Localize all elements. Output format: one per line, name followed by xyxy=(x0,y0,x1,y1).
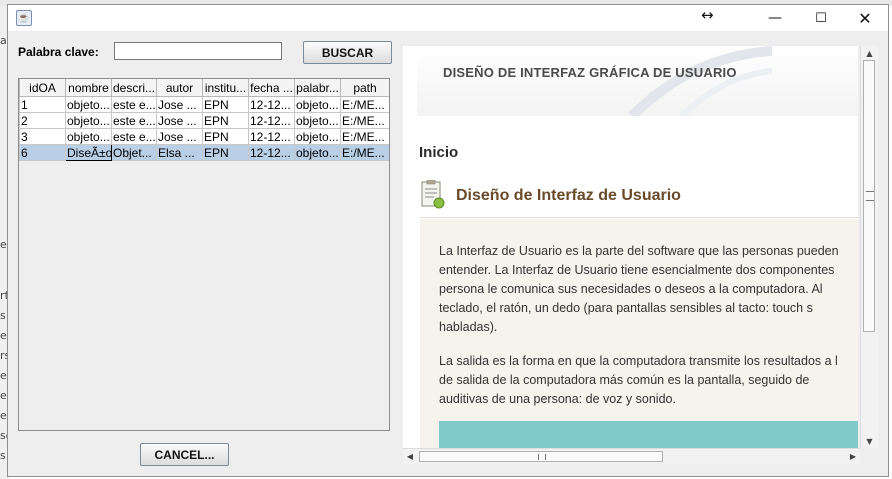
cell-idoa[interactable]: 3 xyxy=(19,128,66,145)
scroll-grip-icon xyxy=(866,191,874,201)
cell-palabras[interactable]: objeto... xyxy=(294,96,341,113)
column-header-idoa[interactable]: idOA xyxy=(19,79,66,97)
paragraph-line: habladas). xyxy=(439,320,498,334)
cell-idoa[interactable]: 6 xyxy=(19,144,66,161)
breadcrumb-inicio[interactable]: Inicio xyxy=(419,144,458,161)
document-list-icon xyxy=(421,180,445,209)
paragraph-line: teclado, el ratón, un dedo (para pantall… xyxy=(439,301,813,315)
vertical-scrollbar[interactable]: ▲ ▼ xyxy=(860,46,878,448)
resize-cursor-icon: ↔ xyxy=(701,6,714,24)
cell-institucion[interactable]: EPN xyxy=(202,96,249,113)
cell-institucion[interactable]: EPN xyxy=(202,112,249,129)
cell-fecha[interactable]: 12-12... xyxy=(248,144,295,161)
cell-descripcion[interactable]: este e... xyxy=(111,96,157,113)
document-header: DISEÑO DE INTERFAZ GRÁFICA DE USUARIO xyxy=(417,46,858,116)
cell-institucion[interactable]: EPN xyxy=(202,128,249,145)
background-app-fragment: e xyxy=(0,238,7,251)
background-app-fragment: e xyxy=(0,409,7,422)
horizontal-scrollbar[interactable]: ◀ ▶ xyxy=(403,448,860,464)
paragraph-salida: La salida es la forma en que la computad… xyxy=(439,352,858,409)
teal-banner xyxy=(439,421,858,448)
column-header-descripcion[interactable]: descri... xyxy=(111,79,157,97)
document-viewer[interactable]: DISEÑO DE INTERFAZ GRÁFICA DE USUARIO In… xyxy=(403,46,858,448)
cell-fecha[interactable]: 12-12... xyxy=(248,96,295,113)
column-header-palabras[interactable]: palabr... xyxy=(294,79,341,97)
cell-descripcion[interactable]: Objet... xyxy=(111,144,157,161)
paragraph-line: La salida es la forma en que la computad… xyxy=(439,354,838,368)
column-header-fecha[interactable]: fecha ... xyxy=(248,79,295,97)
paragraph-line: La Interfaz de Usuario es la parte del s… xyxy=(439,244,839,258)
cell-idoa[interactable]: 1 xyxy=(19,96,66,113)
results-grid: idOA nombre descri... autor institu... f… xyxy=(19,79,389,161)
cancel-button[interactable]: CANCEL... xyxy=(140,443,229,466)
column-header-autor[interactable]: autor xyxy=(156,79,203,97)
cell-palabras[interactable]: objeto... xyxy=(294,128,341,145)
search-button[interactable]: BUSCAR xyxy=(303,41,392,64)
title-bar[interactable]: ☕ ↔ — ☐ ✕ xyxy=(8,5,888,31)
background-app-fragment: e xyxy=(0,389,7,402)
paragraph-line: persona le comunica sus necesidades o de… xyxy=(439,282,823,296)
table-row-selected[interactable]: 6 DiseÃ±o Objet... Elsa ... EPN 12-12...… xyxy=(19,144,389,161)
results-table[interactable]: idOA nombre descri... autor institu... f… xyxy=(18,78,390,431)
cell-fecha[interactable]: 12-12... xyxy=(248,112,295,129)
table-row[interactable]: 1 objeto... este e... Jose ... EPN 12-12… xyxy=(19,96,389,113)
table-row[interactable]: 2 objeto... este e... Jose ... EPN 12-12… xyxy=(19,112,389,129)
background-app-fragment: e xyxy=(0,369,7,382)
horizontal-scroll-thumb[interactable] xyxy=(419,451,663,462)
keyword-label: Palabra clave: xyxy=(18,45,99,59)
cell-autor[interactable]: Elsa ... xyxy=(156,144,203,161)
header-swoosh-decoration xyxy=(628,46,772,116)
cell-nombre[interactable]: objeto... xyxy=(65,128,112,145)
document-title: DISEÑO DE INTERFAZ GRÁFICA DE USUARIO xyxy=(443,65,737,80)
scroll-down-icon[interactable]: ▼ xyxy=(861,434,878,448)
table-row[interactable]: 3 objeto... este e... Jose ... EPN 12-12… xyxy=(19,128,389,145)
table-header-row: idOA nombre descri... autor institu... f… xyxy=(19,79,389,97)
cell-institucion[interactable]: EPN xyxy=(202,144,249,161)
scroll-right-icon[interactable]: ▶ xyxy=(846,449,860,464)
paragraph-line: auditivas de una persona: de voz y sonid… xyxy=(439,392,676,406)
keyword-input[interactable] xyxy=(114,42,282,60)
paragraph-line: de salida de la computadora más común es… xyxy=(439,373,810,387)
cell-palabras[interactable]: objeto... xyxy=(294,112,341,129)
minimize-button[interactable]: — xyxy=(752,5,798,31)
column-header-institucion[interactable]: institu... xyxy=(202,79,249,97)
cell-path[interactable]: E:/ME... xyxy=(340,144,389,161)
section-title: Diseño de Interfaz de Usuario xyxy=(456,187,681,204)
cell-descripcion[interactable]: este e... xyxy=(111,112,157,129)
scroll-left-icon[interactable]: ◀ xyxy=(403,449,417,464)
background-app-fragment: s xyxy=(0,449,6,462)
paragraph-interfaz: La Interfaz de Usuario es la parte del s… xyxy=(439,242,858,337)
cell-autor[interactable]: Jose ... xyxy=(156,96,203,113)
cell-idoa[interactable]: 2 xyxy=(19,112,66,129)
cell-descripcion[interactable]: este e... xyxy=(111,128,157,145)
maximize-button[interactable]: ☐ xyxy=(798,5,844,31)
cell-autor[interactable]: Jose ... xyxy=(156,112,203,129)
cell-fecha[interactable]: 12-12... xyxy=(248,128,295,145)
keyword-search-dialog: ☕ ↔ — ☐ ✕ Palabra clave: BUSCAR idOA nom… xyxy=(7,4,889,477)
vertical-scroll-thumb[interactable] xyxy=(863,60,875,332)
cell-palabras[interactable]: objeto... xyxy=(294,144,341,161)
cell-nombre[interactable]: objeto... xyxy=(65,96,112,113)
close-button[interactable]: ✕ xyxy=(842,5,888,31)
cell-nombre-editing[interactable]: DiseÃ±o xyxy=(65,144,112,161)
scroll-up-icon[interactable]: ▲ xyxy=(861,46,878,60)
scroll-grip-icon xyxy=(538,454,546,460)
background-app-fragment: e xyxy=(0,329,7,342)
cell-path[interactable]: E:/ME... xyxy=(340,96,389,113)
cell-autor[interactable]: Jose ... xyxy=(156,128,203,145)
background-app-fragment: s xyxy=(0,309,6,322)
column-header-path[interactable]: path xyxy=(340,79,389,97)
cell-path[interactable]: E:/ME... xyxy=(340,112,389,129)
column-header-nombre[interactable]: nombre xyxy=(65,79,112,97)
java-cup-icon: ☕ xyxy=(16,10,32,26)
cell-nombre[interactable]: objeto... xyxy=(65,112,112,129)
section-divider xyxy=(420,217,858,218)
paragraph-line: entender. La Interfaz de Usuario tiene e… xyxy=(439,263,835,277)
cell-path[interactable]: E:/ME... xyxy=(340,128,389,145)
